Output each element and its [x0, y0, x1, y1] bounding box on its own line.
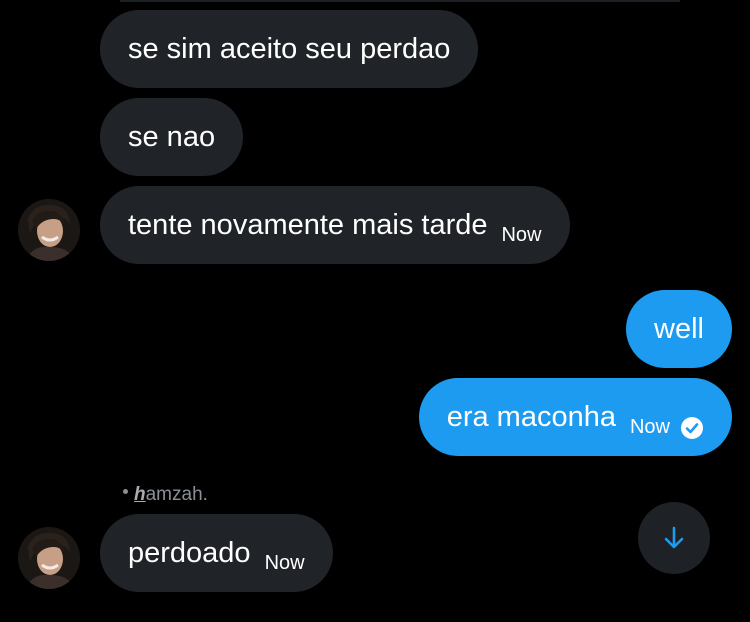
sender-name: amzah. [145, 484, 208, 505]
message-bubble-incoming[interactable]: se sim aceito seu perdao [100, 10, 479, 88]
message-text: perdoado [128, 536, 251, 569]
scroll-to-bottom-button[interactable] [638, 502, 710, 574]
avatar[interactable] [18, 527, 80, 589]
profile-photo-icon [18, 199, 80, 261]
message-text: tente novamente mais tarde [128, 208, 488, 241]
message-timestamp: Now [501, 224, 542, 246]
profile-photo-icon [18, 527, 80, 589]
message-text: se nao [128, 120, 216, 153]
dot-icon [123, 489, 128, 494]
message-timestamp: Now [629, 416, 670, 438]
message-text: se sim aceito seu perdao [128, 32, 451, 65]
message-bubble-incoming[interactable]: perdoado Now [100, 514, 333, 592]
arrow-down-icon [664, 526, 684, 549]
reply-sender-label: hamzah. [123, 484, 208, 506]
message-bubble-outgoing[interactable]: well [626, 290, 732, 368]
message-timestamp: Now [264, 552, 305, 574]
chat-screen: se sim aceito seu perdao se nao tente no… [0, 0, 750, 622]
divider [120, 0, 680, 2]
message-bubble-incoming[interactable]: se nao [100, 98, 244, 176]
message-text: era maconha [446, 400, 616, 433]
logo-letter: h [134, 484, 146, 505]
read-check-icon [680, 415, 704, 439]
message-text: well [654, 312, 704, 345]
message-bubble-outgoing[interactable]: era maconha Now [418, 378, 732, 456]
avatar[interactable] [18, 199, 80, 261]
message-bubble-incoming[interactable]: tente novamente mais tarde Now [100, 186, 570, 264]
